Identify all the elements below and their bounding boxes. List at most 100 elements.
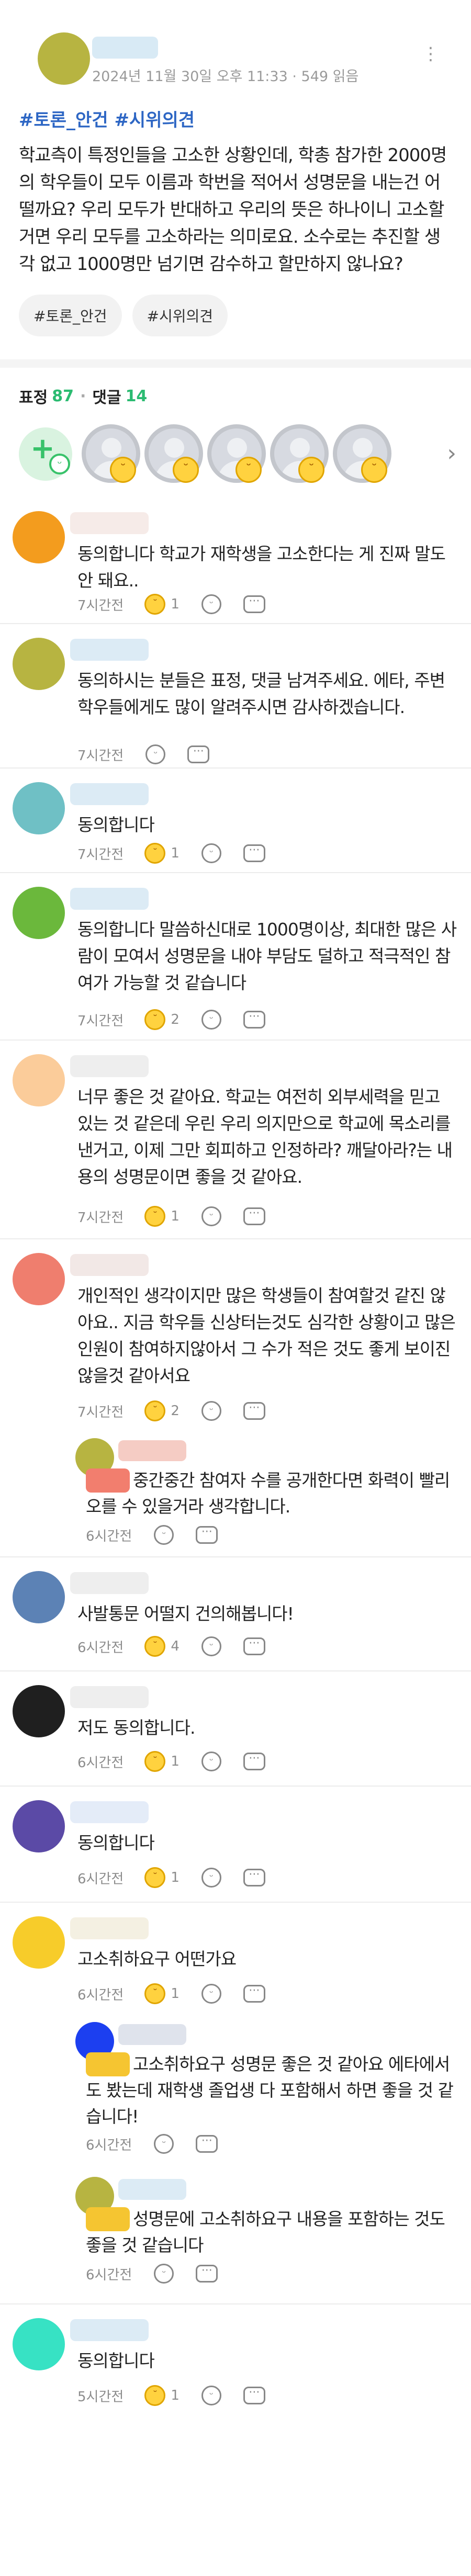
commenter-name-redacted[interactable] xyxy=(70,1572,149,1594)
reaction-emoji-icon[interactable]: ˘ xyxy=(144,594,166,615)
reply-more-icon[interactable]: ··· xyxy=(243,1753,265,1770)
commenter-name-redacted[interactable] xyxy=(70,1254,149,1276)
commenter-avatar[interactable] xyxy=(13,1685,65,1737)
comment-text: 저도 동의합니다. xyxy=(77,1718,196,1738)
reply-time: 6시간전 xyxy=(86,2137,132,2153)
add-reaction-icon[interactable]: ᵕ xyxy=(201,2386,221,2405)
add-reaction-icon[interactable]: ᵕ xyxy=(201,1010,221,1030)
add-reaction-button[interactable]: + ᵕ xyxy=(19,427,72,481)
add-reaction-icon[interactable]: ᵕ xyxy=(201,594,221,614)
commenter-avatar[interactable] xyxy=(13,1916,65,1969)
reply-more-icon[interactable]: ··· xyxy=(243,595,265,613)
commenter-avatar[interactable] xyxy=(13,638,65,690)
commenter-name-redacted[interactable] xyxy=(70,1917,149,1939)
reply-more-icon[interactable]: ··· xyxy=(196,2265,218,2283)
commenter-name-redacted[interactable] xyxy=(70,639,149,661)
reaction-emoji-icon[interactable]: ˘ xyxy=(144,1867,166,1888)
commenter-name-redacted[interactable] xyxy=(70,1686,149,1708)
chevron-right-icon[interactable]: › xyxy=(447,440,456,467)
post-meta: 2024년 11월 30일 오후 11:33 · 549 읽음 xyxy=(92,69,359,85)
reply-text: 성명문에 고소취하요구 내용을 포함하는 것도 좋을 것 같습니다 xyxy=(86,2209,445,2255)
add-reaction-icon[interactable]: ᵕ xyxy=(201,1636,221,1656)
comment-footer: 7시간전 ˘ 1 ᵕ ··· xyxy=(77,843,265,864)
comment-item: 동의합니다 학교가 재학생을 고소한다는 게 진짜 말도 안 돼요.. 7시간전… xyxy=(0,498,471,624)
comment-text: 동의합니다 학교가 재학생을 고소한다는 게 진짜 말도 안 돼요.. xyxy=(77,544,446,591)
post-title: #토론_안건 #시위의견 xyxy=(19,110,195,131)
commenter-avatar[interactable] xyxy=(13,887,65,939)
add-reaction-icon[interactable]: ᵕ xyxy=(145,744,166,764)
reply-footer: 6시간전 ᵕ ··· xyxy=(86,2134,218,2154)
reaction-emoji-icon[interactable]: ˘ xyxy=(144,1206,166,1227)
add-reaction-icon[interactable]: ᵕ xyxy=(201,843,221,863)
commenter-name-redacted[interactable] xyxy=(70,888,149,910)
reaction-emoji-icon[interactable]: ˘ xyxy=(144,1751,166,1772)
add-reaction-icon[interactable]: ᵕ xyxy=(201,1984,221,2004)
comment-time: 6시간전 xyxy=(77,1871,124,1887)
reply-more-icon[interactable]: ··· xyxy=(243,1869,265,1886)
commenter-name-redacted[interactable] xyxy=(70,2319,149,2341)
reaction-emoji-icon[interactable]: ˘ xyxy=(144,843,166,864)
tag-chip[interactable]: #시위의견 xyxy=(132,295,228,336)
commenter-name-redacted[interactable] xyxy=(70,1055,149,1077)
author-name-redacted[interactable] xyxy=(92,37,158,59)
reaction-emoji-icon[interactable]: ˘ xyxy=(144,1636,166,1657)
reaction-emoji-icon[interactable]: ˘ xyxy=(144,1009,166,1030)
comment-text: 개인적인 생각이지만 많은 학생들이 참여할것 같진 않아요.. 지금 학우들 … xyxy=(77,1285,456,1386)
reaction-emoji-icon[interactable]: ˘ xyxy=(144,2385,166,2406)
reply-more-icon[interactable]: ··· xyxy=(243,1985,265,2003)
comment-footer: 7시간전 ˘ 2 ᵕ ··· xyxy=(77,1400,265,1421)
commenter-avatar[interactable] xyxy=(13,782,65,834)
commenter-name-redacted[interactable] xyxy=(70,1801,149,1823)
reaction-count: 1 xyxy=(171,2388,180,2403)
reaction-emoji-icon: ˘ xyxy=(298,457,324,483)
add-reaction-icon[interactable]: ᵕ xyxy=(201,1206,221,1226)
reply-more-icon[interactable]: ··· xyxy=(243,844,265,862)
add-reaction-icon[interactable]: ᵕ xyxy=(201,1868,221,1888)
comment-footer: 6시간전 ˘ 1 ᵕ ··· xyxy=(77,1751,265,1772)
replier-name-redacted[interactable] xyxy=(118,1440,186,1461)
replier-name-redacted[interactable] xyxy=(118,2179,186,2200)
reaction-emoji-icon: ˘ xyxy=(110,457,136,483)
commenter-name-redacted[interactable] xyxy=(70,512,149,534)
comment-footer: 7시간전 ᵕ ··· xyxy=(77,744,210,764)
comment-text: 동의합니다 말씀하신대로 1000명이상, 최대한 많은 사람이 모여서 성명문… xyxy=(77,919,457,993)
reply-more-icon[interactable]: ··· xyxy=(243,1637,265,1655)
post-body: 학교측이 특정인들을 고소한 상황인데, 학총 참가한 2000명의 학우들이 … xyxy=(19,145,447,275)
add-reaction-icon[interactable]: ᵕ xyxy=(154,2134,174,2154)
comment-item: 동의하시는 분들은 표정, 댓글 남겨주세요. 에타, 주변 학우들에게도 많이… xyxy=(0,624,471,769)
reaction-emoji-icon[interactable]: ˘ xyxy=(144,1983,166,2004)
add-reaction-icon[interactable]: ᵕ xyxy=(201,1752,221,1771)
replier-name-redacted[interactable] xyxy=(118,2024,186,2045)
reply-more-icon[interactable]: ··· xyxy=(196,1526,218,1544)
reaction-emoji-icon[interactable]: ˘ xyxy=(144,1400,166,1421)
commenter-avatar[interactable] xyxy=(13,1800,65,1852)
reply-more-icon[interactable]: ··· xyxy=(243,1402,265,1420)
commenter-avatar[interactable] xyxy=(13,511,65,563)
author-avatar[interactable] xyxy=(38,32,90,85)
add-reaction-icon[interactable]: ᵕ xyxy=(154,2264,174,2284)
commenter-avatar[interactable] xyxy=(13,2318,65,2370)
reply-more-icon[interactable]: ··· xyxy=(243,1011,265,1029)
reaction-count: 2 xyxy=(171,1403,180,1419)
commenter-avatar[interactable] xyxy=(13,1253,65,1305)
comment-text: 동의합니다 xyxy=(77,2351,155,2371)
add-reaction-icon[interactable]: ᵕ xyxy=(154,1525,174,1545)
reply-more-icon[interactable]: ··· xyxy=(187,745,210,763)
reactors-row: + ᵕ ˘ ˘ ˘ ˘ ˘ › xyxy=(0,424,471,487)
tag-chip[interactable]: #토론_안건 xyxy=(19,295,122,336)
comment-footer: 6시간전 ˘ 1 ᵕ ··· xyxy=(77,1983,265,2004)
add-reaction-icon[interactable]: ᵕ xyxy=(201,1401,221,1421)
reply-more-icon[interactable]: ··· xyxy=(243,1207,265,1225)
tag-list: #토론_안건 #시위의견 xyxy=(19,295,452,336)
reply-more-icon[interactable]: ··· xyxy=(196,2135,218,2153)
reaction-emoji-icon: ˘ xyxy=(361,457,387,483)
comment-item: 동의합니다 5시간전 ˘ 1 ᵕ ··· xyxy=(0,2304,471,2425)
comment-time: 6시간전 xyxy=(77,1755,124,1771)
more-options-icon[interactable]: ⋮ xyxy=(422,45,440,63)
comment-item: 너무 좋은 것 같아요. 학교는 여전히 외부세력을 믿고 있는 것 같은데 우… xyxy=(0,1041,471,1239)
commenter-name-redacted[interactable] xyxy=(70,783,149,805)
post-header: 2024년 11월 30일 오후 11:33 · 549 읽음 ⋮ xyxy=(19,0,452,95)
reply-more-icon[interactable]: ··· xyxy=(243,2387,265,2404)
commenter-avatar[interactable] xyxy=(13,1054,65,1106)
commenter-avatar[interactable] xyxy=(13,1571,65,1623)
